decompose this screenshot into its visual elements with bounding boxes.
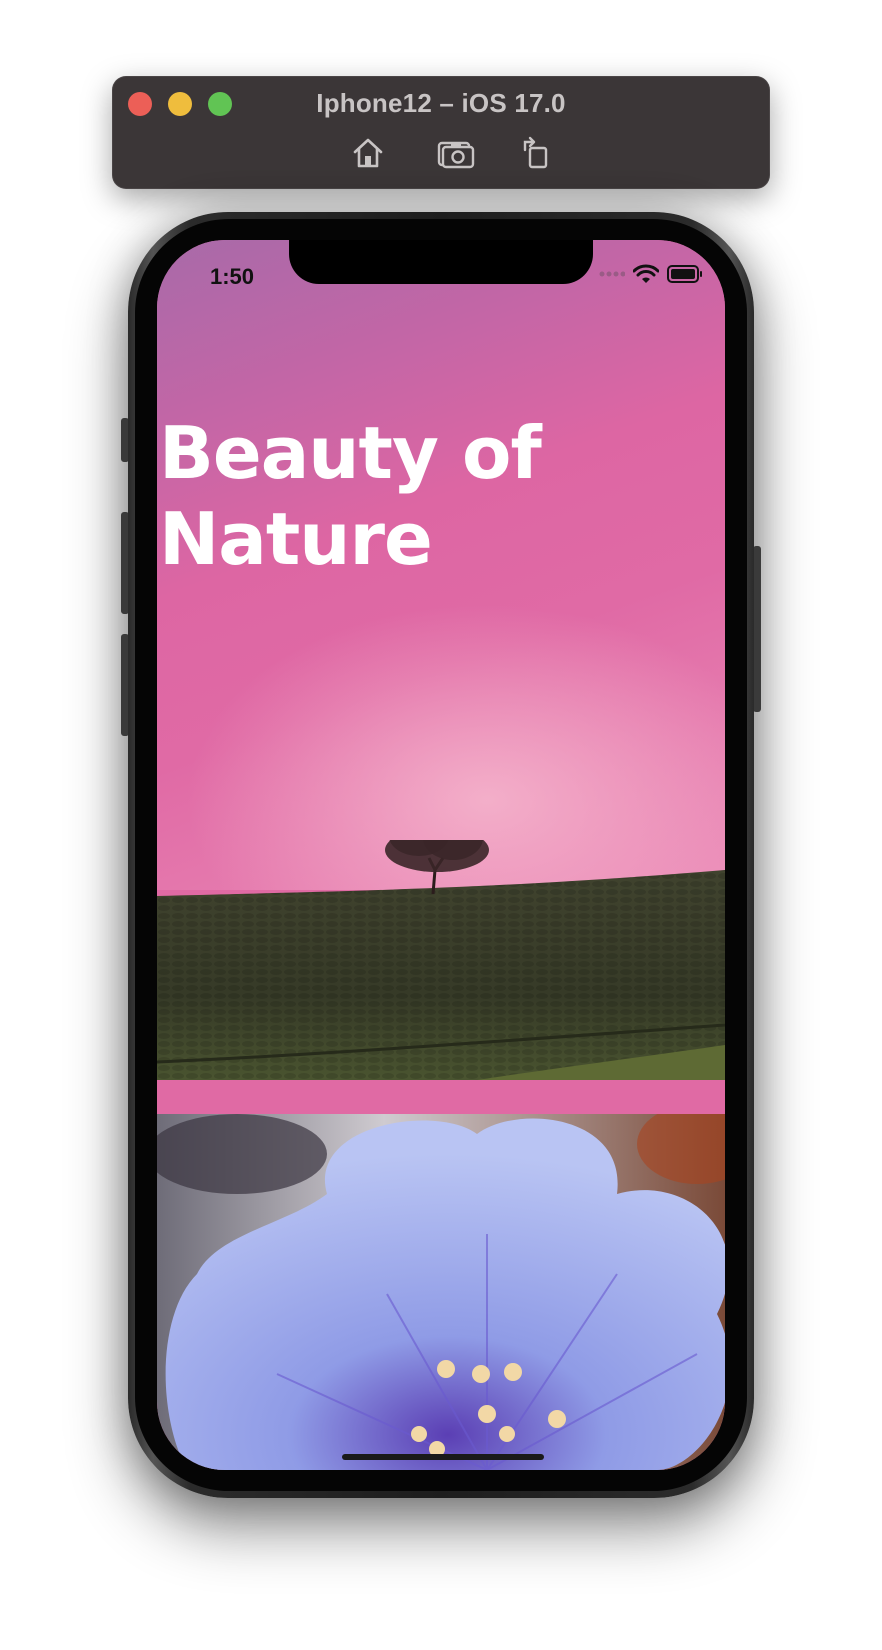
title-line-2: Nature <box>159 497 433 581</box>
screen-title: Beauty of Nature <box>159 410 679 582</box>
screenshot-button[interactable] <box>436 134 476 172</box>
power-button <box>753 546 761 712</box>
rotate-button[interactable] <box>516 134 556 172</box>
phone-screen: 1:50 Beauty of Nature <box>157 240 725 1470</box>
camera-icon <box>437 141 475 169</box>
status-icons <box>599 264 703 284</box>
home-icon <box>353 138 383 168</box>
tree-icon <box>385 840 489 895</box>
hill-with-tree-image <box>157 840 725 1080</box>
home-button[interactable] <box>348 134 388 172</box>
rotate-icon <box>523 136 548 169</box>
notch <box>289 240 593 284</box>
home-indicator[interactable] <box>342 1454 544 1460</box>
signal-dots-icon <box>599 271 625 277</box>
status-time: 1:50 <box>210 264 255 289</box>
window-title: Iphone12 – iOS 17.0 <box>316 88 566 118</box>
battery-icon <box>667 265 702 283</box>
flower-image <box>157 1114 725 1470</box>
title-line-1: Beauty of <box>159 411 542 495</box>
simulator-toolbar: Iphone12 – iOS 17.0 <box>112 76 770 189</box>
wifi-icon <box>633 264 659 283</box>
